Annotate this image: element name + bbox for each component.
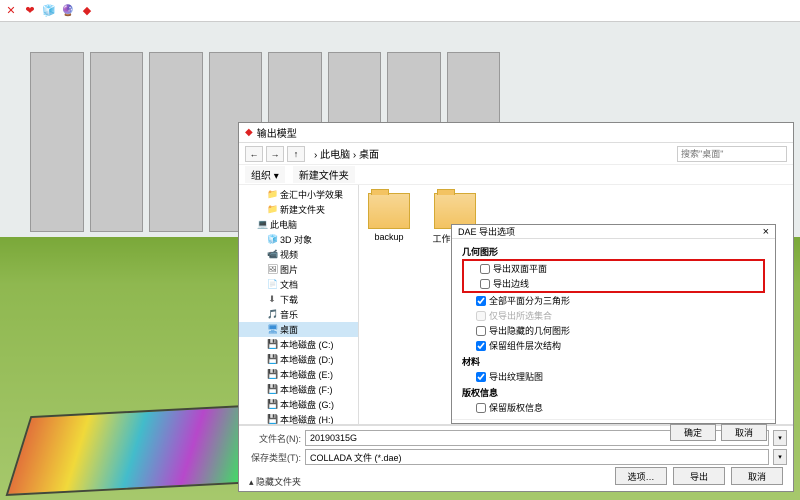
options-titlebar: DAE 导出选项 × xyxy=(452,225,775,239)
filetype-label: 保存类型(T): xyxy=(245,451,301,464)
breadcrumb[interactable]: › 此电脑 › 桌面 xyxy=(308,146,674,161)
close-icon[interactable]: × xyxy=(763,226,769,238)
nav-forward-button[interactable]: → xyxy=(266,146,284,162)
sketchup-icon: ◆ xyxy=(245,127,253,138)
tree-item[interactable]: 💾本地磁盘 (C:) xyxy=(239,337,358,352)
main-toolbar: ✕ ❤ 🧊 🔮 ◆ xyxy=(0,0,800,22)
tree-item[interactable]: 📹视频 xyxy=(239,247,358,262)
tree-item[interactable]: 📁金汇中小学效果 xyxy=(239,187,358,202)
export-dialog-buttons: 选项… 导出 取消 xyxy=(615,467,783,485)
options-cancel-button[interactable]: 取消 xyxy=(721,424,767,441)
folder-tree[interactable]: 📁金汇中小学效果📁新建文件夹💻此电脑🧊3D 对象📹视频🖼图片📄文档⬇下载🎵音乐🖥… xyxy=(239,185,359,424)
tree-item[interactable]: 📄文档 xyxy=(239,277,358,292)
new-folder-button[interactable]: 新建文件夹 xyxy=(293,166,355,183)
search-input[interactable] xyxy=(677,146,787,162)
chk-hidden[interactable]: 仅导出所选集合 xyxy=(462,308,765,323)
export-dialog-titlebar: ◆ 输出模型 xyxy=(239,123,793,143)
tree-item[interactable]: 💾本地磁盘 (E:) xyxy=(239,367,358,382)
tree-item[interactable]: ⬇下载 xyxy=(239,292,358,307)
options-buttons: 确定 取消 xyxy=(452,419,775,445)
organize-button[interactable]: 组织 ▾ xyxy=(245,166,285,183)
colorful-building xyxy=(6,404,265,496)
tool-icon-5[interactable]: ◆ xyxy=(80,4,94,18)
tree-item[interactable]: 🖥桌面 xyxy=(239,322,358,337)
address-bar: ← → ↑ › 此电脑 › 桌面 xyxy=(239,143,793,165)
options-body: 几何图形 导出双面平面 导出边线 全部平面分为三角形 仅导出所选集合 导出隐藏的… xyxy=(452,239,775,419)
chk-edges[interactable]: 导出边线 xyxy=(466,276,761,291)
group-credits: 版权信息 xyxy=(462,386,765,399)
filetype-input[interactable] xyxy=(305,449,769,465)
dae-options-dialog: DAE 导出选项 × 几何图形 导出双面平面 导出边线 全部平面分为三角形 仅导… xyxy=(451,224,776,424)
tree-item[interactable]: 📁新建文件夹 xyxy=(239,202,358,217)
chk-hierarchy[interactable]: 导出隐藏的几何图形 xyxy=(462,323,765,338)
tool-icon-1[interactable]: ✕ xyxy=(4,4,18,18)
tool-icon-2[interactable]: ❤ xyxy=(23,4,37,18)
tree-item[interactable]: 🧊3D 对象 xyxy=(239,232,358,247)
cancel-button[interactable]: 取消 xyxy=(731,467,783,485)
highlighted-options: 导出双面平面 导出边线 xyxy=(462,259,765,293)
export-button[interactable]: 导出 xyxy=(673,467,725,485)
chk-credits[interactable]: 保留版权信息 xyxy=(462,400,765,415)
tool-icon-3[interactable]: 🧊 xyxy=(42,4,56,18)
folder-item[interactable]: backup xyxy=(365,193,413,242)
chk-preserve[interactable]: 保留组件层次结构 xyxy=(462,338,765,353)
filetype-dropdown[interactable]: ▾ xyxy=(773,449,787,465)
tree-item[interactable]: 💻此电脑 xyxy=(239,217,358,232)
export-dialog-title: 输出模型 xyxy=(257,125,297,140)
tree-item[interactable]: 💾本地磁盘 (H:) xyxy=(239,412,358,424)
tree-item[interactable]: 💾本地磁盘 (F:) xyxy=(239,382,358,397)
tree-item[interactable]: 💾本地磁盘 (D:) xyxy=(239,352,358,367)
nav-up-button[interactable]: ↑ xyxy=(287,146,305,162)
chk-two-sided[interactable]: 导出双面平面 xyxy=(466,261,761,276)
group-geometry: 几何图形 xyxy=(462,245,765,258)
tree-item[interactable]: 💾本地磁盘 (G:) xyxy=(239,397,358,412)
folder-icon xyxy=(368,193,410,229)
command-bar: 组织 ▾ 新建文件夹 xyxy=(239,165,793,185)
tool-icon-4[interactable]: 🔮 xyxy=(61,4,75,18)
chk-triangulate[interactable]: 全部平面分为三角形 xyxy=(462,293,765,308)
filename-label: 文件名(N): xyxy=(245,432,301,445)
ok-button[interactable]: 确定 xyxy=(670,424,716,441)
options-title: DAE 导出选项 xyxy=(458,225,515,238)
chk-texture[interactable]: 导出纹理贴图 xyxy=(462,369,765,384)
tree-item[interactable]: 🎵音乐 xyxy=(239,307,358,322)
tree-item[interactable]: 🖼图片 xyxy=(239,262,358,277)
group-material: 材料 xyxy=(462,355,765,368)
filename-dropdown[interactable]: ▾ xyxy=(773,430,787,446)
nav-back-button[interactable]: ← xyxy=(245,146,263,162)
options-button[interactable]: 选项… xyxy=(615,467,667,485)
